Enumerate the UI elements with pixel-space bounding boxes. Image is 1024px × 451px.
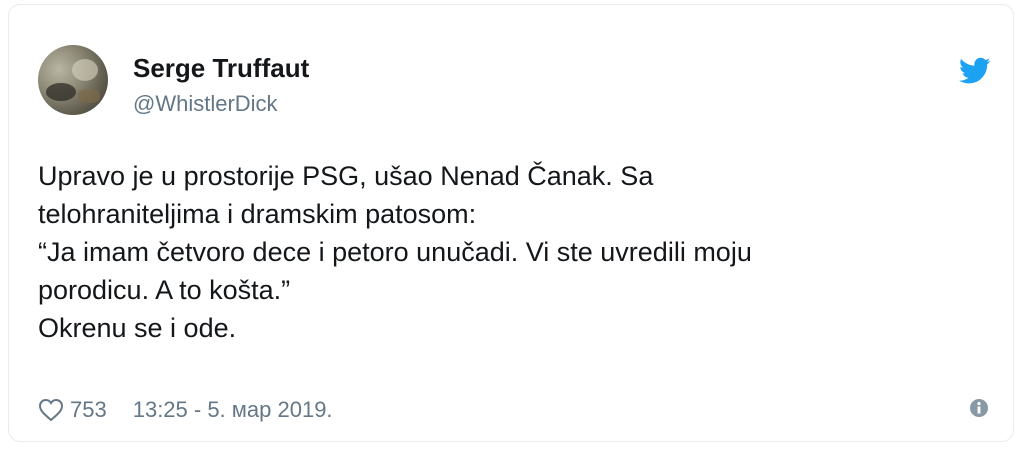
tweet-text-line: Okrenu se i ode. xyxy=(38,313,237,343)
avatar-detail xyxy=(78,89,100,103)
avatar-shadow xyxy=(46,83,76,101)
info-icon[interactable] xyxy=(969,398,989,418)
avatar-highlight xyxy=(72,59,98,81)
tweet-text-line: “Ja imam četvoro dece i petoro unučadi. … xyxy=(38,237,752,267)
author-handle[interactable]: @WhistlerDick xyxy=(133,91,278,117)
tweet-text: Upravo je u prostorije PSG, ušao Nenad Č… xyxy=(38,157,978,347)
tweet-text-line: porodicu. A to košta.” xyxy=(38,275,291,305)
tweet-footer: 753 13:25 - 5. мар 2019. xyxy=(38,395,333,425)
avatar[interactable] xyxy=(38,45,108,115)
twitter-bird-icon[interactable] xyxy=(959,57,991,85)
tweet-text-line: Upravo je u prostorije PSG, ušao Nenad Č… xyxy=(38,161,654,191)
heart-icon xyxy=(38,398,64,422)
author-display-name[interactable]: Serge Truffaut xyxy=(133,53,309,84)
tweet-card: Serge Truffaut @WhistlerDick Upravo je u… xyxy=(8,4,1014,442)
like-count: 753 xyxy=(70,397,107,422)
tweet-text-line: telohraniteljima i dramskim patosom: xyxy=(38,199,477,229)
tweet-timestamp[interactable]: 13:25 - 5. мар 2019. xyxy=(133,397,333,423)
like-button[interactable]: 753 xyxy=(38,397,107,423)
